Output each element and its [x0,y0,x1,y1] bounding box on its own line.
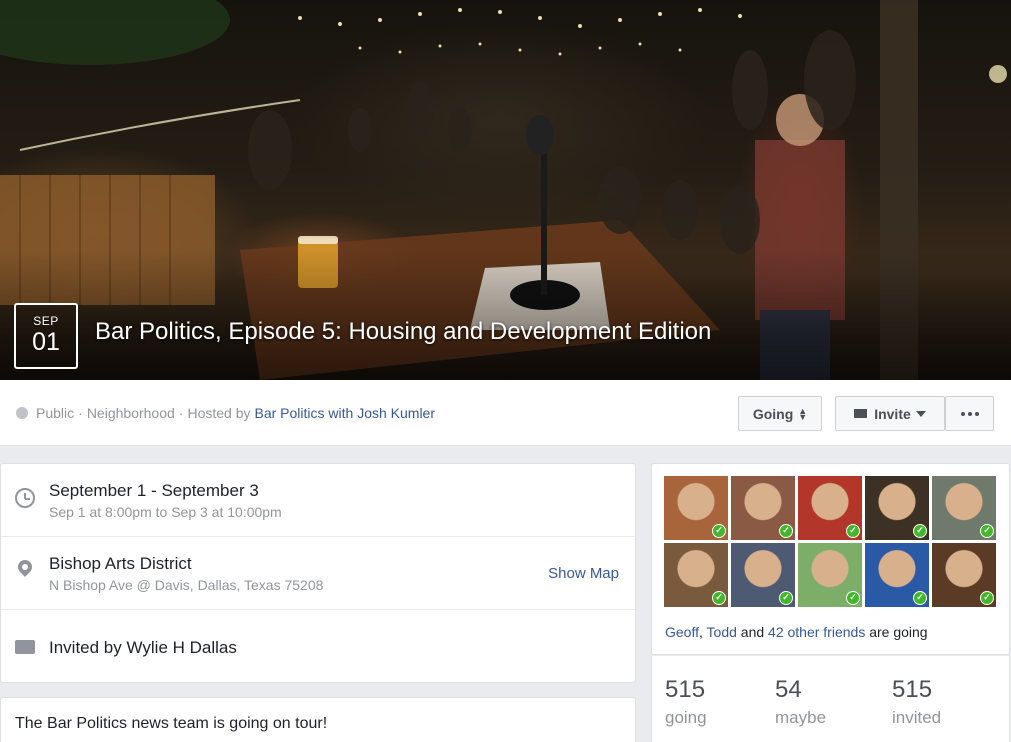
friend-avatar[interactable]: ✓ [664,476,728,540]
going-check-icon: ✓ [779,524,793,538]
friend-avatar[interactable]: ✓ [932,476,996,540]
privacy-label: Public [36,405,75,421]
date-day: 01 [32,328,60,356]
invited-stat[interactable]: 515 invited [892,676,941,728]
going-button[interactable]: Going ▲ ▼ [738,396,822,431]
going-label: going [665,708,707,727]
friends-going-card: ✓ ✓ ✓ ✓ ✓ ✓ ✓ ✓ ✓ ✓ Geoff, Todd and 42 other frie… [651,463,1010,655]
location-address: N Bishop Ave @ Davis, Dallas, Texas 7520… [49,577,324,593]
going-count: 515 [665,676,706,703]
up-down-caret-icon: ▲ ▼ [798,405,808,422]
going-check-icon: ✓ [913,591,927,605]
map-pin-icon [15,557,35,577]
going-check-icon: ✓ [712,524,726,538]
host-link[interactable]: Bar Politics with Josh Kumler [255,405,436,421]
going-check-icon: ✓ [779,591,793,605]
event-title: Bar Politics, Episode 5: Housing and Dev… [95,318,712,345]
going-check-icon: ✓ [913,524,927,538]
event-date-row: September 1 - September 3 Sep 1 at 8:00p… [1,464,635,537]
going-check-icon: ✓ [846,591,860,605]
clock-icon [15,488,35,508]
friend-avatar[interactable]: ✓ [798,543,862,607]
invite-button-label: Invite [874,405,911,422]
friends-going-text: Geoff, Todd and 42 other friends are goi… [665,624,928,640]
friends-and: and [740,624,765,640]
going-check-icon: ✓ [980,591,994,605]
other-friends-link[interactable]: 42 other friends [768,624,865,640]
meta-separator: · [78,405,83,421]
location-name[interactable]: Bishop Arts District [49,554,192,574]
chevron-down-icon [915,410,926,417]
invited-by-row: Invited by Wylie H Dallas [1,610,635,683]
friend-avatar[interactable]: ✓ [865,476,929,540]
friends-comma: , [699,624,703,640]
friend-avatar[interactable]: ✓ [731,476,795,540]
friends-suffix: are going [869,624,928,640]
envelope-icon [15,640,35,654]
date-month: SEP [33,314,59,328]
going-button-label: Going [752,405,794,422]
going-check-icon: ✓ [712,591,726,605]
meta-separator: · [178,405,184,421]
event-time-range: Sep 1 at 8:00pm to Sep 3 at 10:00pm [49,504,282,520]
event-description: The Bar Politics news team is going on t… [15,715,328,732]
event-details-card: September 1 - September 3 Sep 1 at 8:00p… [0,463,636,683]
maybe-count: 54 [775,676,802,703]
friend-link[interactable]: Geoff [665,624,699,640]
friend-link[interactable]: Todd [707,624,737,640]
friend-avatar[interactable]: ✓ [798,476,862,540]
friend-avatar[interactable]: ✓ [932,543,996,607]
event-description-card: The Bar Politics news team is going on t… [0,697,636,742]
cover-photo[interactable]: SEP 01 Bar Politics, Episode 5: Housing … [0,0,1011,380]
friend-avatar[interactable]: ✓ [865,543,929,607]
event-meta: Public · Neighborhood · Hosted by Bar Po… [16,405,435,421]
more-options-button[interactable] [945,396,994,431]
envelope-icon [854,409,868,418]
going-check-icon: ✓ [846,524,860,538]
event-date: September 1 - September 3 [49,481,259,500]
maybe-stat[interactable]: 54 maybe [775,676,826,728]
category-label: Neighborhood [86,405,175,421]
date-badge: SEP 01 [14,303,78,369]
friend-avatar[interactable]: ✓ [731,543,795,607]
invite-button[interactable]: Invite [835,396,945,431]
going-stat[interactable]: 515 going [665,676,707,728]
friend-avatar[interactable]: ✓ [664,543,728,607]
going-check-icon: ✓ [980,524,994,538]
maybe-label: maybe [775,708,827,727]
more-dots-icon [960,411,979,416]
invited-by-text: Invited by Wylie H Dallas [49,638,237,657]
globe-icon [16,407,28,419]
event-location-row: Bishop Arts District N Bishop Ave @ Davi… [1,537,635,610]
invited-count: 515 [892,676,933,703]
cover-gradient [0,250,1011,380]
hosted-by-label: Hosted by [187,405,251,421]
attendance-stats-card: 515 going 54 maybe 515 invited [651,655,1010,742]
show-map-link[interactable]: Show Map [548,565,619,582]
invited-label: invited [892,708,942,727]
